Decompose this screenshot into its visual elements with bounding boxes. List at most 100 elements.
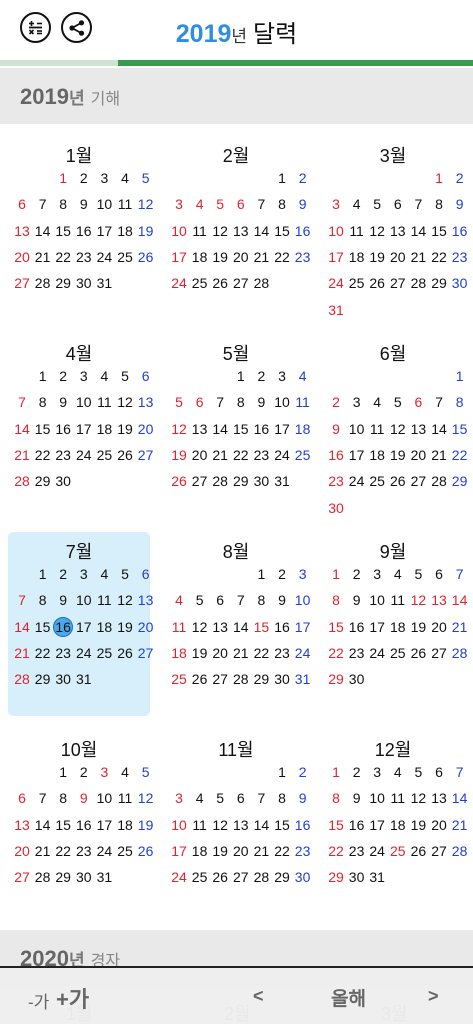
- calendar-day[interactable]: 4: [115, 763, 135, 781]
- today-date[interactable]: 16: [53, 616, 74, 637]
- calendar-day[interactable]: 23: [293, 248, 313, 266]
- calendar-day[interactable]: 23: [74, 842, 94, 860]
- calendar-day[interactable]: 9: [53, 393, 73, 411]
- calendar-day[interactable]: 10: [367, 789, 387, 807]
- calendar-day[interactable]: 31: [74, 670, 94, 688]
- calendar-day[interactable]: 14: [210, 420, 230, 438]
- calendar-day[interactable]: 14: [12, 618, 32, 636]
- calendar-day[interactable]: 18: [115, 816, 135, 834]
- calendar-day[interactable]: 11: [169, 618, 189, 636]
- month-9[interactable]: 9월 1 2 3 4 5 6 7 8 9 10 11 12 13 14 15 16 17 18 19 20 21 22 23 2…: [322, 532, 467, 716]
- font-larger-button[interactable]: +가: [56, 982, 89, 1014]
- calendar-day[interactable]: 15: [429, 222, 449, 240]
- calendar-day[interactable]: 29: [251, 670, 271, 688]
- calendar-day[interactable]: 6: [136, 367, 156, 385]
- calendar-day[interactable]: 1: [33, 367, 53, 385]
- calendar-day[interactable]: 19: [169, 446, 189, 464]
- calendar-day[interactable]: 1: [53, 169, 73, 187]
- calendar-day[interactable]: 14: [408, 222, 428, 240]
- calendar-day[interactable]: 5: [136, 169, 156, 187]
- calendar-day[interactable]: 23: [53, 446, 73, 464]
- calendar-day[interactable]: 7: [33, 195, 53, 213]
- calendar-day[interactable]: 11: [190, 222, 210, 240]
- calendar-day[interactable]: 16: [293, 816, 313, 834]
- calendar-day[interactable]: 9: [326, 420, 346, 438]
- calendar-day[interactable]: 15: [53, 222, 73, 240]
- calendar-day[interactable]: 11: [94, 591, 114, 609]
- calendar-day[interactable]: 6: [231, 195, 251, 213]
- calendar-day[interactable]: 28: [251, 274, 271, 292]
- calendar-day[interactable]: 21: [12, 446, 32, 464]
- calendar-day[interactable]: 20: [136, 420, 156, 438]
- calendar-day[interactable]: 9: [272, 591, 292, 609]
- month-11[interactable]: 11월 1 2 3 4 5 6 7 8 9 10 11 12 13 14 15 16 17 18 19 20 21 22 23…: [165, 730, 310, 914]
- calendar-day[interactable]: 8: [251, 591, 271, 609]
- calendar-day[interactable]: 30: [251, 472, 271, 490]
- calendar-day[interactable]: 5: [169, 393, 189, 411]
- calendar-day[interactable]: 22: [326, 644, 346, 662]
- calendar-day[interactable]: 15: [53, 816, 73, 834]
- calendar-day[interactable]: 26: [408, 842, 428, 860]
- calendar-day[interactable]: 2: [74, 169, 94, 187]
- calendar-day[interactable]: 30: [450, 274, 470, 292]
- calendar-day[interactable]: 2: [53, 565, 73, 583]
- calendar-day[interactable]: 14: [450, 789, 470, 807]
- calendar-day[interactable]: 8: [326, 789, 346, 807]
- calendar-day[interactable]: 23: [326, 472, 346, 490]
- calendar-day[interactable]: 6: [136, 565, 156, 583]
- calendar-day[interactable]: 7: [33, 789, 53, 807]
- calendar-day[interactable]: 30: [53, 670, 73, 688]
- calendar-day[interactable]: 20: [190, 446, 210, 464]
- calendar-day[interactable]: 5: [408, 763, 428, 781]
- calendar-day[interactable]: 4: [367, 393, 387, 411]
- calendar-day[interactable]: 17: [293, 618, 313, 636]
- calendar-day[interactable]: 15: [33, 618, 53, 636]
- calendar-day[interactable]: 14: [251, 816, 271, 834]
- calendar-day[interactable]: 21: [33, 842, 53, 860]
- calendar-day[interactable]: 20: [12, 248, 32, 266]
- calendar-day[interactable]: 26: [388, 472, 408, 490]
- calendar-day[interactable]: 23: [450, 248, 470, 266]
- calendar-day[interactable]: 29: [33, 670, 53, 688]
- calendar-day[interactable]: 25: [190, 868, 210, 886]
- calendar-day[interactable]: 3: [74, 367, 94, 385]
- calendar-day[interactable]: 19: [190, 644, 210, 662]
- calendar-day[interactable]: 9: [74, 195, 94, 213]
- calendar-day[interactable]: 20: [429, 618, 449, 636]
- calendar-day[interactable]: 6: [231, 789, 251, 807]
- calendar-day[interactable]: 22: [53, 248, 73, 266]
- prev-year-button[interactable]: <: [253, 986, 264, 1007]
- calendar-day[interactable]: 10: [74, 393, 94, 411]
- calendar-day[interactable]: 2: [326, 393, 346, 411]
- calendar-day[interactable]: 13: [12, 222, 32, 240]
- calendar-day[interactable]: 8: [429, 195, 449, 213]
- calendar-day[interactable]: 29: [231, 472, 251, 490]
- calendar-day[interactable]: 1: [326, 763, 346, 781]
- calendar-day[interactable]: 9: [293, 789, 313, 807]
- calendar-day[interactable]: 24: [293, 644, 313, 662]
- calendar-day[interactable]: 8: [326, 591, 346, 609]
- calendar-day[interactable]: 19: [115, 420, 135, 438]
- calendar-day[interactable]: 20: [12, 842, 32, 860]
- calendar-day[interactable]: 19: [210, 248, 230, 266]
- calendar-day[interactable]: 31: [94, 868, 114, 886]
- calendar-day[interactable]: 2: [293, 169, 313, 187]
- calendar-day[interactable]: 17: [326, 248, 346, 266]
- month-1[interactable]: 1월 1 2 3 4 5 6 7 8 9 10 11 12 13 14 15 16 17 18 19 20 21 22 23 2…: [8, 136, 153, 320]
- calendar-day[interactable]: 27: [12, 868, 32, 886]
- calendar-day[interactable]: 18: [94, 618, 114, 636]
- month-3[interactable]: 3월 1 2 3 4 5 6 7 8 9 10 11 12 13 14 15 16 17 18 19 20 21 22 23 2…: [322, 136, 467, 320]
- calendar-day[interactable]: 14: [251, 222, 271, 240]
- calendar-day[interactable]: 19: [136, 816, 156, 834]
- calendar-day[interactable]: 29: [53, 274, 73, 292]
- calendar-day[interactable]: 21: [251, 842, 271, 860]
- calendar-day[interactable]: 16: [74, 222, 94, 240]
- calendar-day[interactable]: 18: [190, 248, 210, 266]
- calendar-day[interactable]: 3: [367, 763, 387, 781]
- calendar-day[interactable]: 12: [115, 393, 135, 411]
- calendar-day[interactable]: 14: [429, 420, 449, 438]
- calendar-day[interactable]: 27: [136, 446, 156, 464]
- calendar-day[interactable]: 30: [326, 499, 346, 517]
- calendar-day[interactable]: 22: [231, 446, 251, 464]
- calendar-day[interactable]: 11: [94, 393, 114, 411]
